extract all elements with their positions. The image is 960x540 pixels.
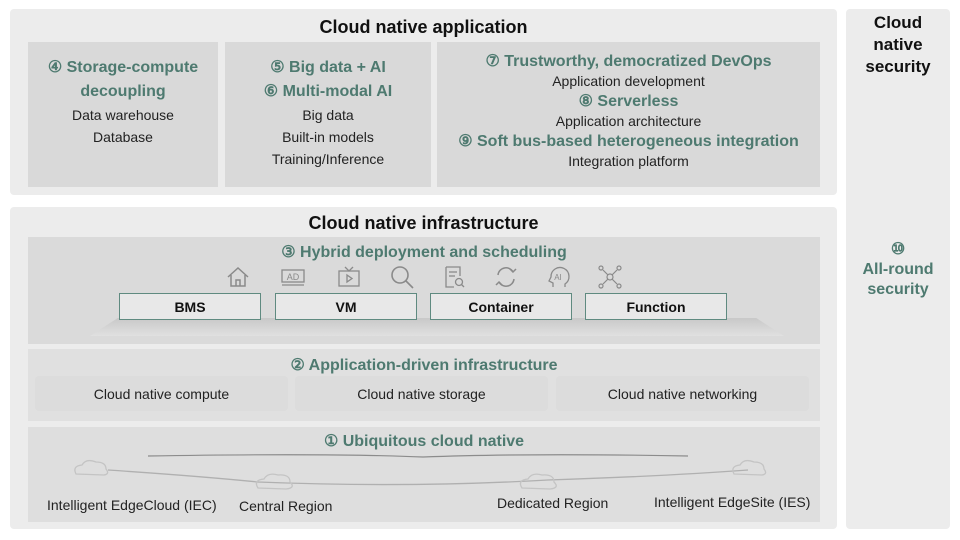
region-ies: Intelligent EdgeSite (IES)	[654, 494, 811, 510]
document-search-icon	[445, 266, 465, 288]
item-integration-platform: Integration platform	[568, 153, 689, 169]
storage-compute-box: ④ Storage-compute decoupling Data wareho…	[28, 42, 218, 187]
region-iec: Intelligent EdgeCloud (IEC)	[47, 497, 217, 513]
soft-bus-heading: ⑨ Soft bus-based heterogeneous integrati…	[458, 133, 799, 150]
serverless-heading: ⑧ Serverless	[578, 93, 679, 110]
item-application-development: Application development	[552, 73, 705, 89]
item-application-architecture: Application architecture	[555, 113, 702, 129]
security-panel: Cloud native security ⑩ All-round securi…	[846, 9, 950, 529]
item-big-data: Big data	[302, 107, 354, 123]
refresh-icon	[495, 267, 517, 287]
security-title-line-2: native	[873, 35, 923, 54]
storage-item: Cloud native storage	[295, 376, 548, 411]
region-central: Central Region	[239, 498, 333, 514]
security-label-line-2: security	[867, 281, 929, 298]
multimodal-ai-heading: ⑥ Multi-modal AI	[263, 83, 393, 100]
networking-item: Cloud native networking	[556, 376, 809, 411]
security-label-line-1: All-round	[862, 261, 934, 278]
application-title: Cloud native application	[319, 17, 528, 37]
function-button[interactable]: Function	[585, 293, 727, 320]
region-dedicated: Dedicated Region	[497, 495, 609, 511]
platform-shelf	[90, 318, 784, 336]
item-database: Database	[93, 129, 153, 145]
item-training-inference: Training/Inference	[271, 151, 385, 167]
video-icon	[338, 266, 360, 287]
cloud-icon-iec	[74, 459, 109, 476]
infrastructure-title: Cloud native infrastructure	[308, 213, 539, 233]
security-number: ⑩	[890, 241, 906, 258]
svg-text:AI: AI	[554, 273, 562, 282]
app-driven-heading: ② Application-driven infrastructure	[290, 357, 558, 374]
search-icon	[391, 266, 414, 289]
cloud-icon-ies	[732, 459, 767, 476]
svg-text:AD: AD	[287, 272, 300, 282]
bms-button[interactable]: BMS	[119, 293, 261, 320]
home-icon	[227, 266, 249, 287]
security-title-line-3: security	[865, 57, 931, 76]
vm-button[interactable]: VM	[275, 293, 417, 320]
item-data-warehouse: Data warehouse	[72, 107, 174, 123]
item-built-in-models: Built-in models	[282, 129, 374, 145]
storage-compute-heading-2: decoupling	[80, 83, 166, 100]
security-title-line-1: Cloud	[873, 13, 923, 32]
devops-heading: ⑦ Trustworthy, democratized DevOps	[485, 53, 772, 70]
cloud-network-diagram	[74, 454, 767, 490]
compute-item: Cloud native compute	[35, 376, 288, 411]
container-button[interactable]: Container	[430, 293, 572, 320]
ad-icon: AD	[281, 269, 305, 286]
ai-head-icon: AI	[548, 266, 570, 287]
bigdata-ai-heading: ⑤ Big data + AI	[270, 59, 386, 76]
hybrid-heading: ③ Hybrid deployment and scheduling	[281, 244, 567, 261]
security-title: Cloud native security	[846, 12, 950, 78]
storage-compute-heading: ④ Storage-compute	[47, 59, 199, 76]
devops-box: ⑦ Trustworthy, democratized DevOps Appli…	[437, 42, 820, 187]
all-round-security: ⑩ All-round security	[846, 240, 950, 300]
ubiquitous-heading: ① Ubiquitous cloud native	[323, 433, 525, 450]
bigdata-ai-box: ⑤ Big data + AI ⑥ Multi-modal AI Big dat…	[225, 42, 431, 187]
network-nodes-icon	[598, 265, 622, 289]
